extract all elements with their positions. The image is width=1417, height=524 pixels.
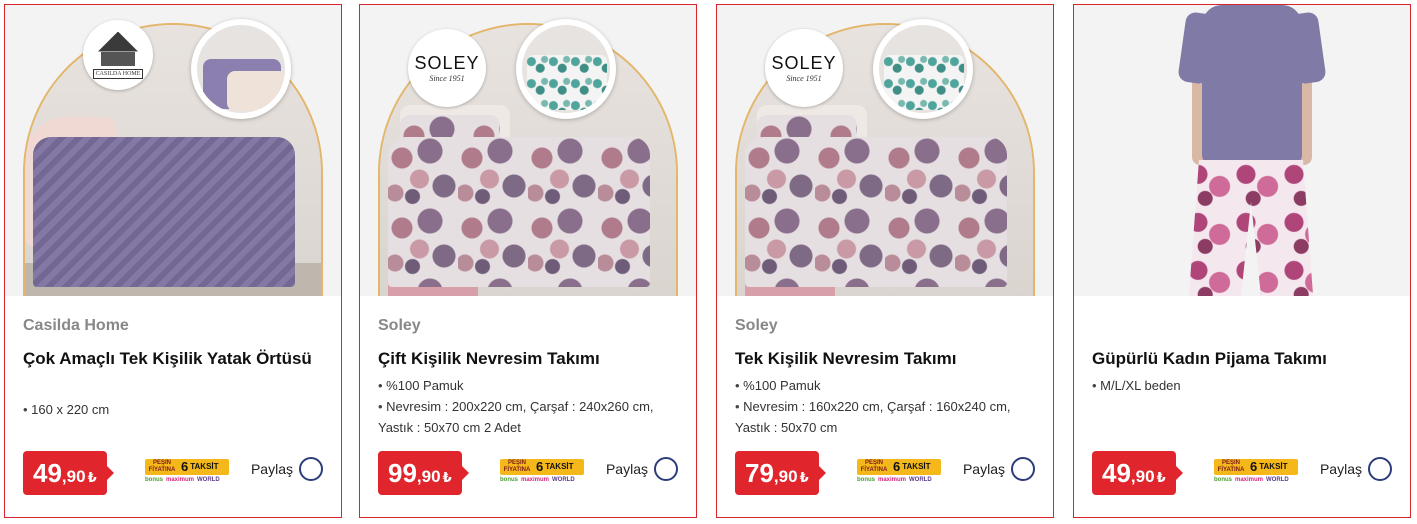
share-button[interactable]: Paylaş	[963, 457, 1035, 481]
product-card[interactable]: CASILDA HOME Casilda Home Çok Amaçlı Tek…	[4, 4, 342, 518]
share-label: Paylaş	[962, 461, 1005, 477]
product-card[interactable]: Güpürlü Kadın Pijama Takımı M/L/XL beden…	[1073, 4, 1411, 518]
lira-icon: ₺	[799, 470, 809, 485]
price-badge: 49 ,90 ₺	[1092, 451, 1183, 495]
bonus-card-logo: bonus	[145, 477, 163, 483]
inset-product-photo	[516, 19, 616, 119]
product-specs: %100 Pamuk Nevresim : 200x220 cm, Çarşaf…	[378, 375, 688, 438]
spec-item: M/L/XL beden	[1092, 375, 1402, 396]
inset-product-photo	[191, 19, 291, 119]
product-specs: %100 Pamuk Nevresim : 160x220 cm, Çarşaf…	[735, 375, 1045, 438]
share-radio-icon[interactable]	[1011, 457, 1035, 481]
spec-item: %100 Pamuk	[378, 375, 688, 396]
brand-logo: CASILDA HOME	[83, 20, 153, 90]
maximum-card-logo: maximum	[1235, 477, 1264, 483]
bedspread-image	[33, 137, 295, 287]
duvet-set-image	[388, 137, 650, 287]
bonus-card-logo: bonus	[1214, 477, 1232, 483]
product-title[interactable]: Güpürlü Kadın Pijama Takımı	[1092, 347, 1392, 370]
maximum-card-logo: maximum	[878, 477, 907, 483]
share-button[interactable]: Paylaş	[1320, 457, 1392, 481]
world-card-logo: WORLD	[552, 477, 575, 483]
lira-icon: ₺	[87, 470, 97, 485]
product-image[interactable]: SOLEY Since 1951	[360, 5, 696, 296]
spec-item: %100 Pamuk	[735, 375, 1045, 396]
world-card-logo: WORLD	[197, 477, 220, 483]
product-specs: 160 x 220 cm	[23, 399, 333, 420]
maximum-card-logo: maximum	[166, 477, 195, 483]
price-badge: 99 ,90 ₺	[378, 451, 469, 495]
share-label: Paylaş	[1319, 461, 1362, 477]
product-card[interactable]: SOLEY Since 1951 Soley Tek Kişilik Nevre…	[716, 4, 1054, 518]
lira-icon: ₺	[442, 470, 452, 485]
product-image[interactable]: SOLEY Since 1951	[717, 5, 1053, 296]
pajama-photo	[1074, 5, 1410, 296]
share-label: Paylaş	[605, 461, 648, 477]
product-title[interactable]: Çok Amaçlı Tek Kişilik Yatak Örtüsü	[23, 347, 323, 370]
share-radio-icon[interactable]	[654, 457, 678, 481]
product-card[interactable]: SOLEY Since 1951 Soley Çift Kişilik Nevr…	[359, 4, 697, 518]
share-radio-icon[interactable]	[299, 457, 323, 481]
brand-logo: SOLEY Since 1951	[765, 29, 843, 107]
product-image[interactable]: CASILDA HOME	[5, 5, 341, 296]
product-brand[interactable]: Soley	[378, 317, 421, 335]
bonus-card-logo: bonus	[857, 477, 875, 483]
product-image[interactable]	[1074, 5, 1410, 296]
installment-badge: PEŞİN FİYATINA 6 TAKSİT bonus maximum WOR…	[857, 459, 941, 489]
lira-icon: ₺	[1156, 470, 1166, 485]
share-label: Paylaş	[250, 461, 293, 477]
duvet-set-image	[745, 137, 1007, 287]
product-title[interactable]: Tek Kişilik Nevresim Takımı	[735, 347, 1035, 370]
installment-badge: PEŞİN FİYATINA 6 TAKSİT bonus maximum WOR…	[1214, 459, 1298, 489]
product-title[interactable]: Çift Kişilik Nevresim Takımı	[378, 347, 678, 370]
world-card-logo: WORLD	[1266, 477, 1289, 483]
spec-item: Nevresim : 200x220 cm, Çarşaf : 240x260 …	[378, 396, 688, 438]
inset-product-photo	[873, 19, 973, 119]
share-radio-icon[interactable]	[1368, 457, 1392, 481]
spec-item: Nevresim : 160x220 cm, Çarşaf : 160x240 …	[735, 396, 1045, 438]
maximum-card-logo: maximum	[521, 477, 550, 483]
price-badge: 49 ,90 ₺	[23, 451, 114, 495]
share-button[interactable]: Paylaş	[251, 457, 323, 481]
product-brand[interactable]: Soley	[735, 317, 778, 335]
bonus-card-logo: bonus	[500, 477, 518, 483]
world-card-logo: WORLD	[909, 477, 932, 483]
product-specs: M/L/XL beden	[1092, 375, 1402, 396]
product-brand[interactable]: Casilda Home	[23, 317, 129, 335]
price-badge: 79 ,90 ₺	[735, 451, 826, 495]
brand-logo: SOLEY Since 1951	[408, 29, 486, 107]
installment-badge: PEŞİN FİYATINA 6 TAKSİT bonus maximum WOR…	[145, 459, 229, 489]
spec-item: 160 x 220 cm	[23, 399, 333, 420]
share-button[interactable]: Paylaş	[606, 457, 678, 481]
installment-badge: PEŞİN FİYATINA 6 TAKSİT bonus maximum WOR…	[500, 459, 584, 489]
